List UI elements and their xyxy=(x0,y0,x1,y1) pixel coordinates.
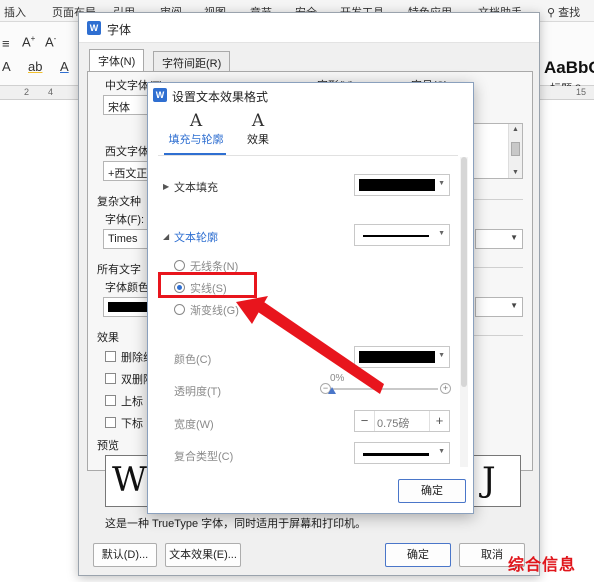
arrow-shaft xyxy=(258,302,384,394)
watermark-text: 综合信息 xyxy=(508,557,577,574)
annotation-arrow xyxy=(236,296,384,394)
